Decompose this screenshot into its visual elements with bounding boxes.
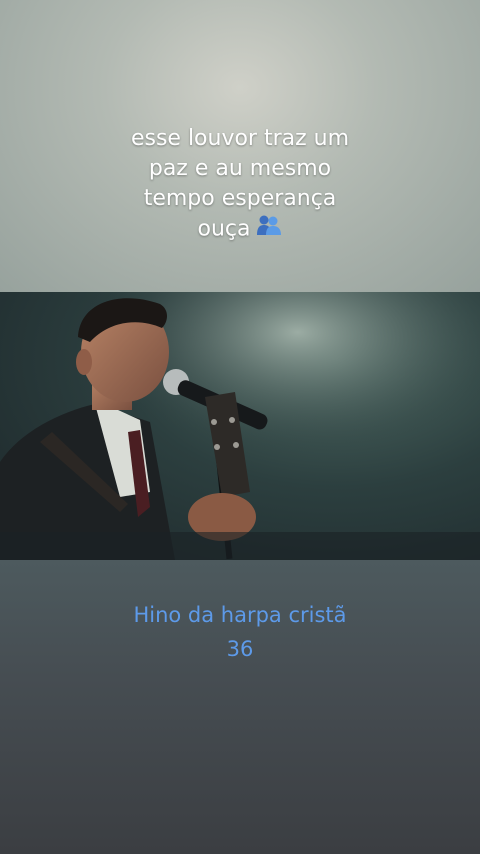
caption-text: esse louvor traz um paz e au mesmo tempo… [60,124,420,245]
video-frame-singer[interactable] [0,292,480,560]
hymn-title-text: Hino da harpa cristã [133,603,347,627]
caption-line-1: esse louvor traz um [130,126,350,151]
video-post-screen: esse louvor traz um paz e au mesmo tempo… [0,0,480,854]
singer-with-microphone-image [0,292,480,560]
caption-line-4-wrap: ouça [60,214,420,245]
caption-line-2: paz e au mesmo [148,156,332,181]
caption-line-4: ouça [197,216,251,242]
hymn-title: Hino da harpa cristã 36 [40,598,440,666]
hymn-number: 36 [226,637,254,661]
people-hugging-icon [256,214,282,245]
caption-line-3: tempo esperança [143,186,337,211]
